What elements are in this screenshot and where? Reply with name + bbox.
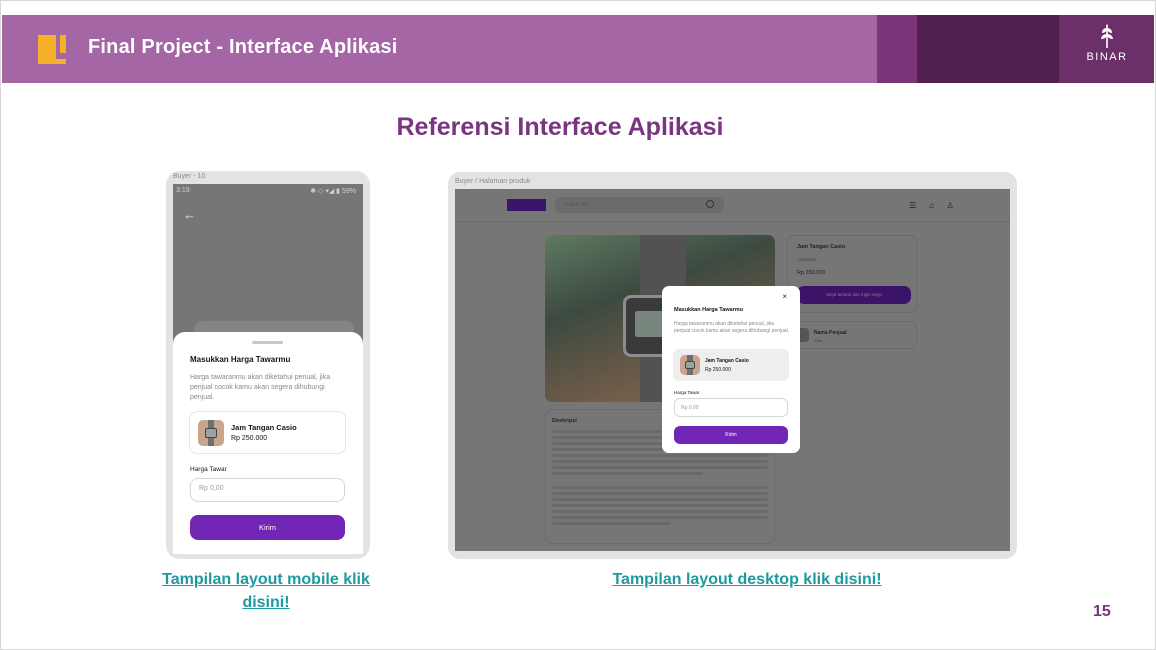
desktop-navbar: Cari di sini ... ☰ ♫ ♙ [455, 189, 1010, 222]
header-bar: Final Project - Interface Aplikasi BINAR [2, 15, 1154, 83]
modal-product-price: Rp 250.000 [705, 367, 731, 373]
seller-card: Nama Penjual Kota [787, 321, 917, 349]
status-icons: ✱ ◇ ▾◢ ▮ 59% [310, 188, 356, 195]
close-icon[interactable]: × [782, 292, 787, 301]
offer-price-input[interactable]: Rp 0,00 [190, 478, 345, 502]
header-accent-block [877, 15, 919, 83]
status-bar: 3:19 ✱ ◇ ▾◢ ▮ 59% [176, 187, 360, 195]
binar-logo-text: BINAR [1086, 51, 1128, 63]
status-time: 3:19 [176, 187, 190, 194]
sheet-handle[interactable] [252, 341, 283, 344]
seller-city: Kota [814, 338, 823, 343]
desktop-product-name: Jam Tangan Casio [797, 244, 846, 250]
offer-input-label: Harga Tawar [190, 466, 227, 473]
search-placeholder: Cari di sini ... [565, 202, 594, 208]
desktop-logo[interactable] [507, 199, 546, 211]
back-arrow-icon[interactable]: ← [183, 207, 196, 222]
desktop-layout-link[interactable]: Tampilan layout desktop klik disini! [612, 568, 882, 591]
modal-input-label: Harga Tawar [674, 390, 700, 395]
desktop-screen: Cari di sini ... ☰ ♫ ♙ Deskripsi Jam Tan… [455, 189, 1010, 551]
offer-bottom-sheet: Masukkan Harga Tawarmu Harga tawaranmu a… [173, 332, 363, 554]
desktop-product-category: Aksesoris [797, 257, 817, 262]
seller-name: Nama Penjual [814, 330, 847, 336]
header-dark-block [917, 15, 1059, 83]
nav-icons[interactable]: ☰ ♫ ♙ [909, 201, 959, 210]
modal-offer-input[interactable]: Rp 0,00 [674, 398, 788, 417]
mobile-screen: 3:19 ✱ ◇ ▾◢ ▮ 59% ← Masukkan Harga Tawar… [173, 184, 363, 554]
modal-title: Masukkan Harga Tawarmu [674, 307, 743, 313]
desktop-frame-label: Buyer / Halaman produk [455, 178, 531, 185]
page-number: 15 [1093, 603, 1111, 620]
mobile-mockup: Buyer - 10 3:19 ✱ ◇ ▾◢ ▮ 59% ← Masukkan … [166, 171, 370, 559]
product-price: Rp 250.000 [231, 435, 268, 442]
wheat-icon [1101, 24, 1113, 48]
desktop-product-price: Rp 250.000 [797, 270, 826, 276]
header-title: Final Project - Interface Aplikasi [88, 36, 398, 58]
sheet-description: Harga tawaranmu akan diketahui penual, j… [190, 374, 331, 401]
sheet-title: Masukkan Harga Tawarmu [190, 355, 291, 364]
slide-icon [38, 35, 68, 64]
offer-modal: × Masukkan Harga Tawarmu Harga tawaranmu… [662, 286, 800, 453]
desktop-mockup: Buyer / Halaman produk Cari di sini ... … [448, 172, 1017, 559]
product-name: Jam Tangan Casio [231, 423, 297, 432]
modal-submit-button[interactable]: Kirim [674, 426, 788, 444]
desktop-search-input[interactable]: Cari di sini ... [555, 197, 724, 213]
submit-offer-button[interactable]: Kirim [190, 515, 345, 540]
modal-product-name: Jam Tangan Casio [705, 358, 749, 364]
binar-logo: BINAR [1082, 23, 1132, 77]
product-thumbnail [198, 420, 224, 446]
modal-description: Harga tawaranmu akan diketahui penual, j… [674, 321, 790, 334]
mobile-frame-label: Buyer - 10 [173, 173, 206, 180]
modal-product-thumbnail [680, 355, 700, 375]
search-icon[interactable] [706, 200, 714, 208]
modal-product-card: Jam Tangan Casio Rp 250.000 [673, 349, 789, 381]
product-info-card: Jam Tangan Casio Aksesoris Rp 250.000 Sa… [787, 235, 917, 313]
product-card: Jam Tangan Casio Rp 250.000 [189, 411, 346, 454]
mobile-layout-link[interactable]: Tampilan layout mobile klik disini! [140, 568, 392, 614]
negotiate-button[interactable]: Saya tertarik dan ingin nego [797, 286, 911, 304]
page-title: Referensi Interface Aplikasi [396, 113, 724, 141]
